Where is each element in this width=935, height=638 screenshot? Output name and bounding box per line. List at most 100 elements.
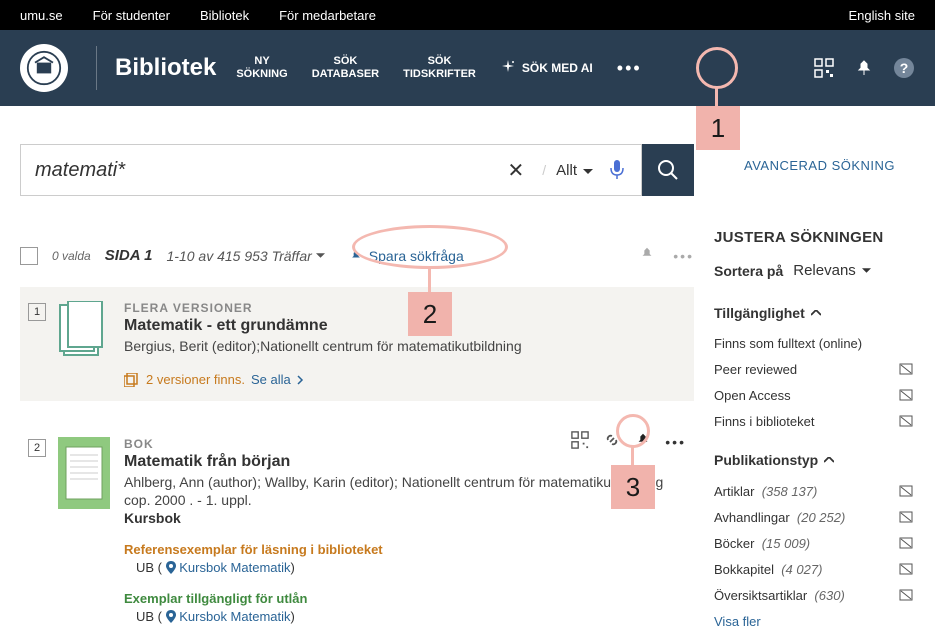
- exclude-icon[interactable]: [898, 387, 914, 403]
- facet-label: Böcker: [714, 536, 754, 551]
- facet-item[interactable]: Översiktsartiklar (630): [714, 582, 914, 608]
- facet-head-pubtype[interactable]: Publikationstyp: [714, 452, 914, 468]
- sidebar: AVANCERAD SÖKNING JUSTERA SÖKNINGEN Sort…: [714, 106, 914, 638]
- search-scope-dropdown[interactable]: Allt: [556, 162, 593, 179]
- result-kursbok: Kursbok: [124, 510, 686, 526]
- pin-result-icon[interactable]: [635, 432, 651, 451]
- search-icon: [657, 159, 679, 181]
- facet-count: (630): [814, 588, 844, 603]
- copies-icon: [124, 373, 140, 387]
- header-title: Bibliotek: [115, 54, 216, 82]
- nav-ai-search[interactable]: SÖK MED AI: [500, 59, 593, 78]
- exclude-icon[interactable]: [898, 587, 914, 603]
- topbar-link-students[interactable]: För studenter: [93, 8, 170, 23]
- facet-item[interactable]: Böcker (15 009): [714, 530, 914, 556]
- range-dropdown[interactable]: 1-10 av 415 953 Träffar: [167, 248, 325, 264]
- exclude-icon[interactable]: [898, 509, 914, 525]
- facet-label: Artiklar: [714, 484, 754, 499]
- clear-icon[interactable]: ✕: [500, 158, 533, 183]
- result-number[interactable]: 1: [28, 303, 46, 321]
- chevron-up-icon: [811, 310, 821, 316]
- facet-item[interactable]: Avhandlingar (20 252): [714, 504, 914, 530]
- more-icon[interactable]: •••: [665, 434, 686, 450]
- facet-head-availability[interactable]: Tillgänglighet: [714, 305, 914, 321]
- page-label: SIDA 1: [105, 247, 153, 264]
- caret-down-icon: [862, 268, 871, 274]
- microphone-icon[interactable]: [607, 158, 627, 183]
- facet-item[interactable]: Finns i biblioteket: [714, 408, 914, 434]
- show-more-link[interactable]: Visa fler: [714, 614, 914, 629]
- qr-icon[interactable]: [813, 57, 835, 79]
- topbar-link-bibliotek[interactable]: Bibliotek: [200, 8, 249, 23]
- more-actions-icon[interactable]: •••: [673, 248, 694, 264]
- advanced-search-link[interactable]: AVANCERAD SÖKNING: [744, 158, 914, 173]
- location-link[interactable]: Kursbok Matematik: [179, 560, 290, 575]
- location-row: UB ( Kursbok Matematik): [136, 560, 686, 575]
- chevron-up-icon: [824, 457, 834, 463]
- pin-saved-icon[interactable]: [853, 57, 875, 79]
- facet-label: Översiktsartiklar: [714, 588, 807, 603]
- facet-head-label: Tillgänglighet: [714, 305, 805, 321]
- availability-loan: Exemplar tillgängligt för utlån: [124, 591, 686, 606]
- select-all-checkbox[interactable]: [20, 247, 38, 265]
- result-pub: cop. 2000 . - 1. uppl.: [124, 492, 686, 508]
- search-input[interactable]: [35, 159, 500, 182]
- availability-reference: Referensexemplar för läsning i bibliotek…: [124, 542, 686, 557]
- facet-label: Bokkapitel: [714, 562, 774, 577]
- university-logo[interactable]: [20, 44, 68, 92]
- loc-suffix: ): [291, 560, 295, 575]
- save-query-button[interactable]: Spara sökfråga: [349, 248, 464, 264]
- loc-suffix: ): [291, 609, 295, 624]
- nav-databases[interactable]: SÖK DATABASER: [312, 55, 379, 81]
- facet-item[interactable]: Peer reviewed: [714, 356, 914, 382]
- location-pin-icon: [166, 610, 176, 623]
- permalink-icon[interactable]: [603, 431, 621, 452]
- location-row: UB ( Kursbok Matematik): [136, 609, 686, 624]
- topbar: umu.se För studenter Bibliotek För medar…: [0, 0, 935, 30]
- header-right: ?: [813, 57, 915, 79]
- selected-count: 0 valda: [52, 249, 91, 263]
- result-authors: Ahlberg, Ann (author); Wallby, Karin (ed…: [124, 474, 686, 490]
- search-button[interactable]: [642, 144, 694, 196]
- see-all-link[interactable]: Se alla: [251, 372, 291, 387]
- topbar-link-english[interactable]: English site: [849, 8, 915, 23]
- location-link[interactable]: Kursbok Matematik: [179, 609, 290, 624]
- facet-label: Finns som fulltext (online): [714, 336, 914, 351]
- facet-item[interactable]: Finns som fulltext (online): [714, 331, 914, 356]
- sort-dropdown[interactable]: Relevans: [793, 262, 871, 279]
- qr-icon[interactable]: [571, 431, 589, 452]
- sort-row: Sortera på Relevans: [714, 262, 914, 279]
- facet-item[interactable]: Bokkapitel (4 027): [714, 556, 914, 582]
- topbar-link-staff[interactable]: För medarbetare: [279, 8, 376, 23]
- caret-down-icon: [583, 162, 593, 179]
- exclude-icon[interactable]: [898, 535, 914, 551]
- facet-item[interactable]: Artiklar (358 137): [714, 478, 914, 504]
- exclude-icon[interactable]: [898, 361, 914, 377]
- svg-text:?: ?: [900, 60, 909, 76]
- help-icon[interactable]: ?: [893, 57, 915, 79]
- loc-prefix: UB (: [136, 560, 162, 575]
- result-title[interactable]: Matematik från början: [124, 453, 686, 471]
- exclude-icon[interactable]: [898, 561, 914, 577]
- pin-all-icon[interactable]: [639, 246, 655, 265]
- result-title[interactable]: Matematik - ett grundämne: [124, 317, 686, 335]
- nav-ai-label: SÖK MED AI: [522, 61, 593, 75]
- topbar-link-umu[interactable]: umu.se: [20, 8, 63, 23]
- header-nav: NY SÖKNING SÖK DATABASER SÖK TIDSKRIFTER…: [236, 55, 641, 81]
- exclude-icon[interactable]: [898, 413, 914, 429]
- caret-down-icon: [316, 253, 325, 259]
- loc-prefix: UB (: [136, 609, 162, 624]
- header-divider: [96, 46, 97, 90]
- facet-item[interactable]: Open Access: [714, 382, 914, 408]
- exclude-icon[interactable]: [898, 483, 914, 499]
- result-versions[interactable]: 2 versioner finns. Se alla: [124, 372, 686, 387]
- nav-label-line1: NY: [236, 55, 287, 68]
- nav-journals[interactable]: SÖK TIDSKRIFTER: [403, 55, 476, 81]
- nav-new-search[interactable]: NY SÖKNING: [236, 55, 287, 81]
- result-number[interactable]: 2: [28, 439, 46, 457]
- location-pin-icon: [166, 561, 176, 574]
- pin-icon: [349, 249, 363, 263]
- nav-more[interactable]: •••: [617, 58, 642, 79]
- result-type: FLERA VERSIONER: [124, 301, 686, 315]
- sparkle-icon: [500, 59, 516, 78]
